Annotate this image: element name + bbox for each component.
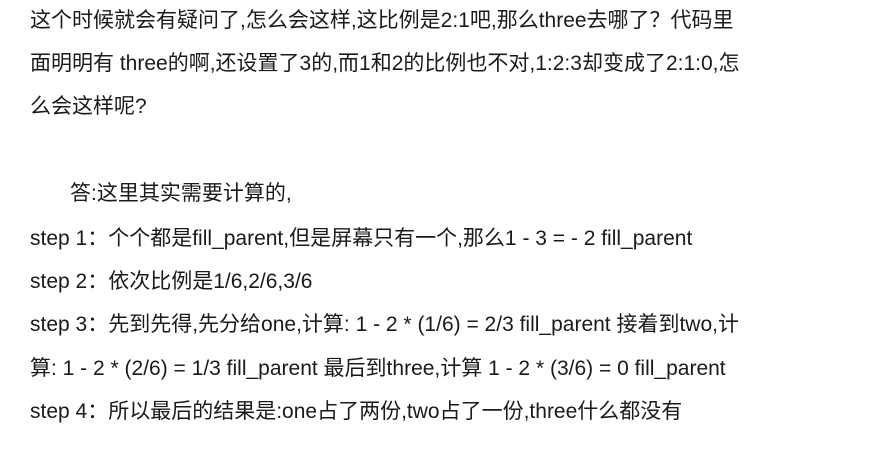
step-1: step 1：个个都是fill_parent,但是屏幕只有一个,那么1 - 3 … [30, 227, 693, 250]
answer-intro: 答:这里其实需要计算的, [70, 182, 292, 205]
step-3-line-2: 算: 1 - 2 * (2/6) = 1/3 fill_parent 最后到th… [30, 357, 726, 380]
paragraph-line-2: 面明明有 three的啊,还设置了3的,而1和2的比例也不对,1:2:3却变成了… [30, 52, 740, 75]
step-3-line-1: step 3：先到先得,先分给one,计算: 1 - 2 * (1/6) = 2… [30, 313, 739, 336]
paragraph-line-1: 这个时候就会有疑问了,怎么会这样,这比例是2:1吧,那么three去哪了？代码里 [30, 9, 734, 32]
step-4: step 4：所以最后的结果是:one占了两份,two占了一份,three什么都… [30, 400, 683, 423]
step-2: step 2：依次比例是1/6,2/6,3/6 [30, 270, 313, 293]
paragraph-line-3: 么会这样呢? [30, 95, 147, 118]
